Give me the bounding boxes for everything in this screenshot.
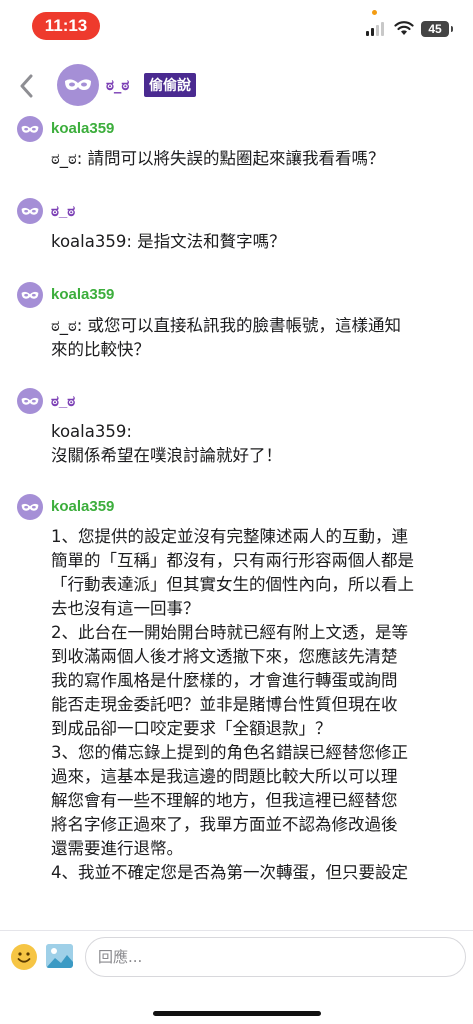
avatar[interactable] xyxy=(17,388,43,414)
response-author[interactable]: koala359 xyxy=(51,120,114,137)
avatar[interactable] xyxy=(17,116,43,142)
mask-icon xyxy=(21,503,39,511)
smiley-icon xyxy=(17,952,31,963)
mask-icon xyxy=(21,125,39,133)
response-feed[interactable]: koala359 ಠ_ಠ: 請問可以將失誤的點圈起來讓我看看嗎？ ಠ_ಠ koa… xyxy=(0,112,473,930)
anonymous-badge: 偷偷說 xyxy=(144,73,196,97)
chat-header: ಠ_ಠ 偷偷說 xyxy=(0,60,473,112)
status-time: 11:13 xyxy=(32,12,100,40)
avatar[interactable] xyxy=(17,282,43,308)
response-text: koala359: 沒關係希望在噗浪討論就好了！ xyxy=(51,422,282,465)
mask-icon xyxy=(21,207,39,215)
avatar[interactable] xyxy=(17,494,43,520)
image-upload-button[interactable] xyxy=(46,944,73,968)
battery-icon: 45 xyxy=(421,21,453,37)
wifi-icon xyxy=(394,21,414,35)
mask-icon xyxy=(65,79,91,90)
response-text: ಠ_ಠ: 或您可以直接私訊我的臉書帳號，這樣通知 來的比較快？ xyxy=(51,316,402,359)
image-icon xyxy=(46,944,73,968)
response-author[interactable]: ಠ_ಠ xyxy=(51,393,75,410)
composer-bar xyxy=(0,930,473,1024)
header-username[interactable]: ಠ_ಠ xyxy=(106,76,129,94)
home-indicator xyxy=(153,1011,321,1016)
privacy-indicator-dot xyxy=(372,10,377,15)
response-text: ಠ_ಠ: 請問可以將失誤的點圈起來讓我看看嗎？ xyxy=(51,149,385,168)
response-text: 1、您提供的設定並沒有完整陳述兩人的互動，連 簡單的「互稱」都沒有，只有兩行形容… xyxy=(51,527,414,882)
reply-input[interactable] xyxy=(85,937,466,977)
response-text: koala359: 是指文法和贅字嗎？ xyxy=(51,232,286,251)
cellular-signal-icon xyxy=(366,22,384,36)
response-author[interactable]: ಠ_ಠ xyxy=(51,203,75,220)
back-button[interactable] xyxy=(12,70,40,102)
response-author[interactable]: koala359 xyxy=(51,286,114,303)
mask-icon xyxy=(21,291,39,299)
emoji-button[interactable] xyxy=(11,944,37,970)
chevron-left-icon xyxy=(20,74,33,98)
avatar[interactable] xyxy=(17,198,43,224)
mask-icon xyxy=(21,397,39,405)
header-avatar[interactable] xyxy=(57,64,99,106)
response-author[interactable]: koala359 xyxy=(51,498,114,515)
status-bar: 11:13 45 xyxy=(0,0,473,52)
